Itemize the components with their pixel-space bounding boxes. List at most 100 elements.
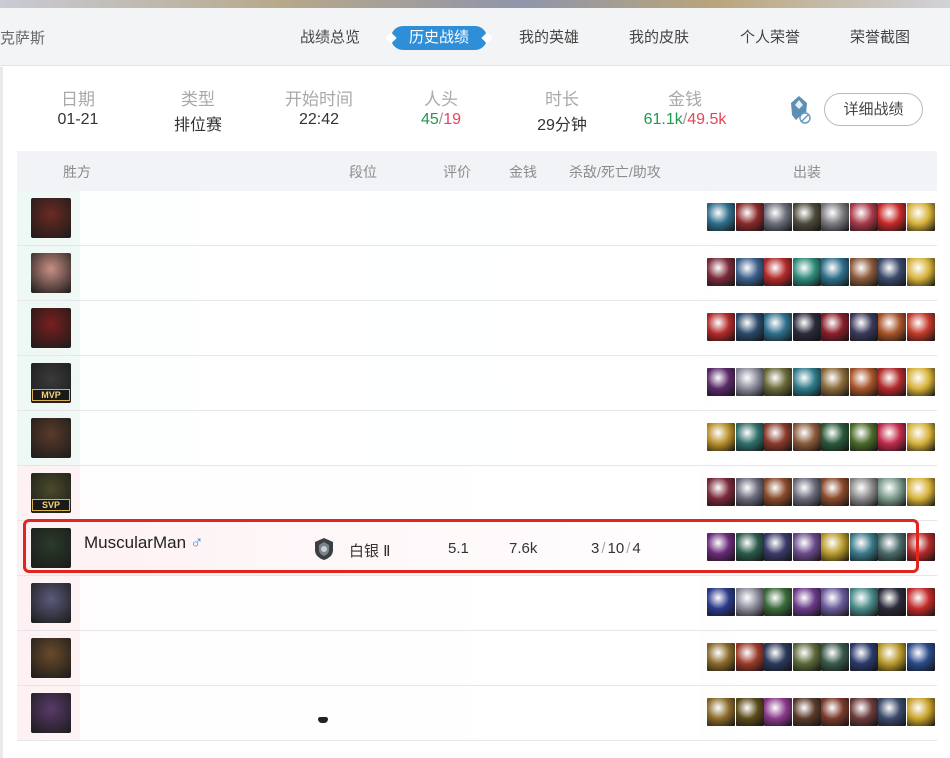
champion-portrait[interactable]: [31, 638, 71, 678]
item-icon[interactable]: [707, 643, 735, 671]
item-icon[interactable]: [764, 423, 792, 451]
champion-portrait[interactable]: [31, 583, 71, 623]
item-icon[interactable]: [849, 368, 878, 396]
item-icon[interactable]: [906, 588, 935, 616]
item-icon[interactable]: [906, 423, 935, 451]
item-icon[interactable]: [792, 698, 821, 726]
item-icon[interactable]: [707, 258, 735, 286]
item-icon[interactable]: [792, 258, 821, 286]
champion-portrait[interactable]: [31, 693, 71, 733]
item-icon[interactable]: [878, 478, 906, 506]
helmet-icon[interactable]: [787, 95, 811, 125]
item-icon[interactable]: [878, 423, 906, 451]
champion-portrait[interactable]: MVP: [31, 363, 71, 403]
item-icon[interactable]: [849, 203, 878, 231]
item-icon[interactable]: [906, 313, 935, 341]
item-icon[interactable]: [764, 258, 792, 286]
item-icon[interactable]: [821, 313, 849, 341]
item-icon[interactable]: [821, 368, 849, 396]
tab-heroes[interactable]: 我的英雄: [519, 26, 579, 50]
item-icon[interactable]: [735, 258, 764, 286]
item-icon[interactable]: [707, 423, 735, 451]
item-icon[interactable]: [764, 478, 792, 506]
item-icon[interactable]: [707, 478, 735, 506]
item-icon[interactable]: [821, 203, 849, 231]
champion-portrait[interactable]: [31, 418, 71, 458]
item-icon[interactable]: [878, 258, 906, 286]
item-icon[interactable]: [735, 313, 764, 341]
item-icon[interactable]: [821, 423, 849, 451]
table-row[interactable]: MVP: [17, 356, 937, 411]
item-icon[interactable]: [821, 478, 849, 506]
item-icon[interactable]: [906, 478, 935, 506]
item-icon[interactable]: [878, 698, 906, 726]
champion-portrait[interactable]: [31, 198, 71, 238]
item-icon[interactable]: [849, 313, 878, 341]
item-icon[interactable]: [878, 203, 906, 231]
item-icon[interactable]: [764, 368, 792, 396]
table-row[interactable]: SVP: [17, 466, 937, 521]
item-icon[interactable]: [878, 368, 906, 396]
item-icon[interactable]: [735, 588, 764, 616]
tab-screenshots[interactable]: 荣誉截图: [850, 26, 910, 50]
item-icon[interactable]: [792, 588, 821, 616]
item-icon[interactable]: [821, 643, 849, 671]
tab-skins[interactable]: 我的皮肤: [629, 26, 689, 50]
item-icon[interactable]: [792, 313, 821, 341]
table-row[interactable]: [17, 191, 937, 246]
item-build: [707, 368, 935, 397]
table-row[interactable]: [17, 301, 937, 356]
item-icon[interactable]: [849, 588, 878, 616]
item-icon[interactable]: [849, 258, 878, 286]
item-icon[interactable]: [764, 698, 792, 726]
item-icon[interactable]: [849, 698, 878, 726]
tab-honors[interactable]: 个人荣誉: [740, 26, 800, 50]
tab-overview[interactable]: 战绩总览: [300, 26, 360, 50]
item-icon[interactable]: [906, 203, 935, 231]
item-icon[interactable]: [792, 203, 821, 231]
item-icon[interactable]: [792, 478, 821, 506]
detail-stats-button[interactable]: 详细战绩: [824, 93, 923, 126]
item-icon[interactable]: [821, 258, 849, 286]
item-icon[interactable]: [735, 368, 764, 396]
item-icon[interactable]: [878, 588, 906, 616]
table-row[interactable]: [17, 576, 937, 631]
item-icon[interactable]: [906, 368, 935, 396]
item-icon[interactable]: [906, 258, 935, 286]
item-icon[interactable]: [707, 588, 735, 616]
table-row[interactable]: [17, 411, 937, 466]
champion-portrait[interactable]: [31, 308, 71, 348]
item-icon[interactable]: [878, 643, 906, 671]
item-icon[interactable]: [849, 643, 878, 671]
item-icon[interactable]: [764, 588, 792, 616]
item-icon[interactable]: [764, 203, 792, 231]
item-icon[interactable]: [735, 423, 764, 451]
champion-portrait[interactable]: [31, 253, 71, 293]
item-icon[interactable]: [849, 478, 878, 506]
item-icon[interactable]: [906, 698, 935, 726]
item-icon[interactable]: [764, 643, 792, 671]
item-icon[interactable]: [764, 313, 792, 341]
item-icon[interactable]: [792, 643, 821, 671]
header-score: 评价: [443, 164, 471, 180]
item-icon[interactable]: [849, 423, 878, 451]
table-row[interactable]: [17, 631, 937, 686]
item-icon[interactable]: [821, 698, 849, 726]
item-icon[interactable]: [707, 313, 735, 341]
champion-portrait[interactable]: SVP: [31, 473, 71, 513]
item-icon[interactable]: [906, 643, 935, 671]
item-icon[interactable]: [735, 698, 764, 726]
item-icon[interactable]: [707, 698, 735, 726]
item-icon[interactable]: [707, 368, 735, 396]
table-row[interactable]: [17, 246, 937, 301]
tab-history[interactable]: 历史战绩: [385, 26, 493, 50]
item-icon[interactable]: [735, 203, 764, 231]
table-row[interactable]: [17, 686, 937, 741]
item-icon[interactable]: [735, 478, 764, 506]
item-icon[interactable]: [707, 203, 735, 231]
item-icon[interactable]: [735, 643, 764, 671]
item-icon[interactable]: [878, 313, 906, 341]
item-icon[interactable]: [821, 588, 849, 616]
item-icon[interactable]: [792, 423, 821, 451]
item-icon[interactable]: [792, 368, 821, 396]
